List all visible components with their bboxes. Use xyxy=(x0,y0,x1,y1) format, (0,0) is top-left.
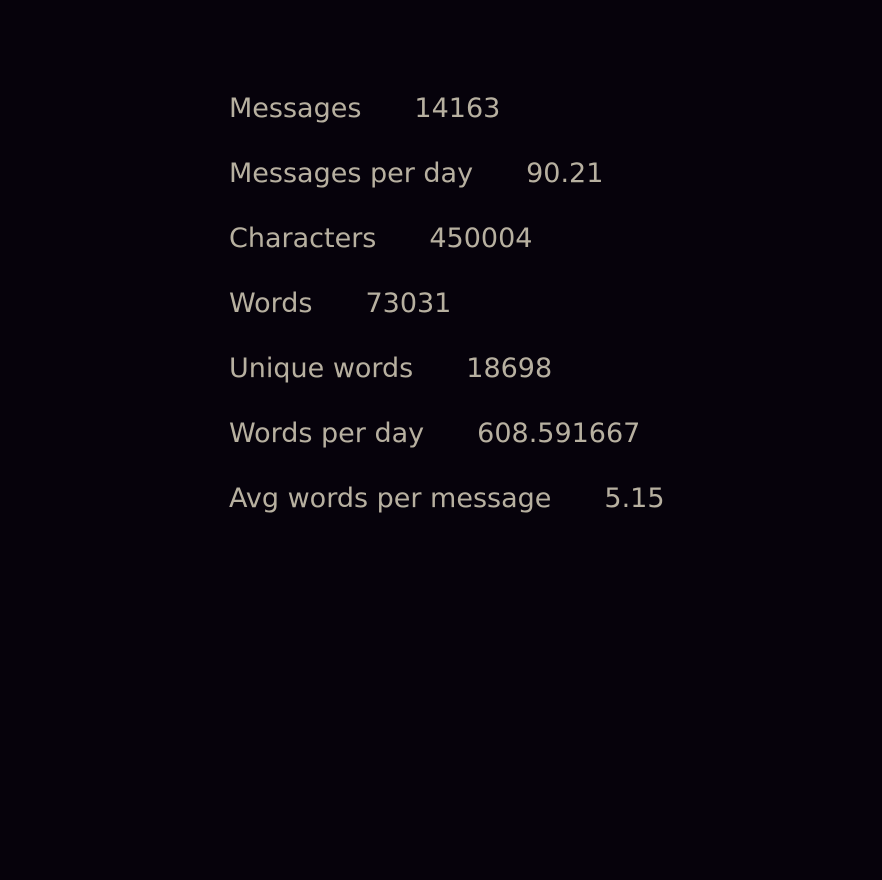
stat-label-unique-words: Unique words xyxy=(229,353,414,384)
stat-value-avg-words-per-message: 5.15 xyxy=(604,483,665,514)
stat-value-characters: 450004 xyxy=(429,223,533,254)
stat-value-messages-per-day: 90.21 xyxy=(526,158,604,189)
stat-row-characters: Characters 450004 xyxy=(229,221,849,286)
stat-row-unique-words: Unique words 18698 xyxy=(229,351,849,416)
stat-value-words-per-day: 608.591667 xyxy=(477,418,641,449)
stat-row-messages: Messages 14163 xyxy=(229,91,849,156)
stat-row-messages-per-day: Messages per day 90.21 xyxy=(229,156,849,221)
stat-row-words: Words 73031 xyxy=(229,286,849,351)
stat-label-words: Words xyxy=(229,288,313,319)
stat-value-words: 73031 xyxy=(365,288,452,319)
stat-row-words-per-day: Words per day 608.591667 xyxy=(229,416,849,481)
stat-value-unique-words: 18698 xyxy=(466,353,553,384)
stat-label-characters: Characters xyxy=(229,223,377,254)
stat-label-messages-per-day: Messages per day xyxy=(229,158,474,189)
stat-value-messages: 14163 xyxy=(414,93,501,124)
stat-row-avg-words-per-message: Avg words per message 5.15 xyxy=(229,481,849,546)
message-statistics-panel: Messages 14163 Messages per day 90.21 Ch… xyxy=(229,91,849,546)
stat-label-avg-words-per-message: Avg words per message xyxy=(229,483,552,514)
stat-label-words-per-day: Words per day xyxy=(229,418,425,449)
stat-label-messages: Messages xyxy=(229,93,362,124)
